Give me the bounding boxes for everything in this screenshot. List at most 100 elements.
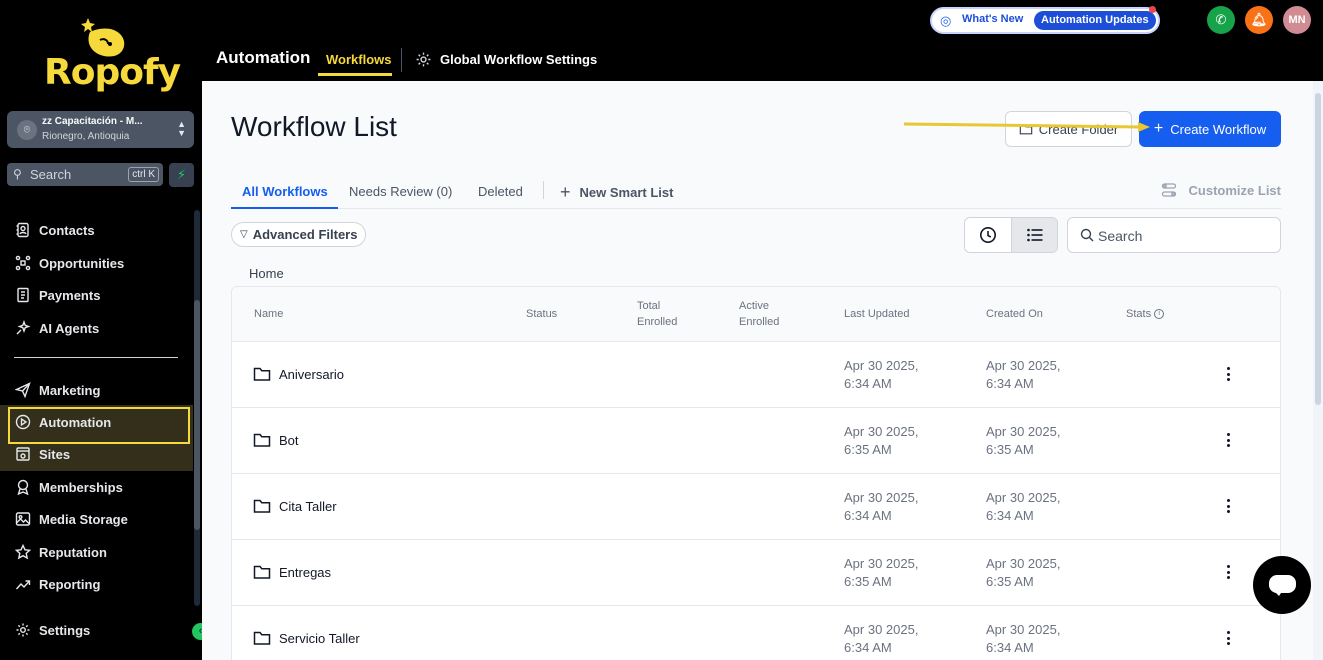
tab-workflows[interactable]: Workflows <box>326 52 392 67</box>
col-created-on[interactable]: Created On <box>986 306 1043 322</box>
sidebar-item-label: Payments <box>39 287 101 303</box>
row-last-updated: Apr 30 2025, 6:35 AM <box>844 556 919 589</box>
more-options-icon[interactable] <box>1220 430 1236 450</box>
automation-updates-pill[interactable]: Automation Updates <box>1034 11 1156 30</box>
recent-view-button[interactable] <box>965 218 1011 252</box>
col-total-enrolled[interactable]: Total Enrolled <box>637 298 697 330</box>
workflow-table: Name Status Total Enrolled Active Enrolled… <box>231 286 1281 660</box>
col-status[interactable]: Status <box>526 306 557 322</box>
advanced-filters-button[interactable]: ▽ Advanced Filters <box>231 222 367 247</box>
row-created-on: Apr 30 2025, 6:35 AM <box>986 556 1061 589</box>
sidebar-item-marketing[interactable]: Marketing <box>14 378 100 402</box>
media-storage-icon <box>14 510 32 528</box>
sidebar-item-label: Contacts <box>39 222 95 238</box>
notification-dot <box>1149 6 1156 13</box>
chat-widget-button[interactable] <box>1253 556 1311 614</box>
sidebar-item-automation[interactable]: Automation <box>14 410 111 434</box>
col-last-updated[interactable]: Last Updated <box>844 306 909 322</box>
sidebar-item-reputation[interactable]: Reputation <box>14 540 107 564</box>
page-title: Workflow List <box>231 111 397 142</box>
row-created-on: Apr 30 2025, 6:34 AM <box>986 490 1061 523</box>
notifications-button[interactable]: 🔔︎ <box>1245 6 1273 34</box>
table-row[interactable]: Entregas Apr 30 2025, 6:35 AM Apr 30 2025… <box>232 540 1280 606</box>
settings-icon <box>14 621 32 639</box>
row-last-updated: Apr 30 2025, 6:35 AM <box>844 424 919 457</box>
account-switcher[interactable]: ⌾ zz Capacitación - M... Rionegro, Antio… <box>7 111 194 148</box>
sidebar-item-sites[interactable]: Sites <box>14 442 70 466</box>
whats-new-label: What's New <box>962 13 1024 25</box>
sidebar-scrollbar[interactable] <box>194 210 200 606</box>
sidebar-item-settings[interactable]: Settings <box>14 618 90 642</box>
list-view-button[interactable] <box>1011 218 1057 252</box>
row-created-on: Apr 30 2025, 6:34 AM <box>986 358 1061 391</box>
customize-icon <box>1161 183 1176 197</box>
phone-button[interactable]: ✆ <box>1207 6 1235 34</box>
folder-icon <box>253 565 271 579</box>
row-created-on: Apr 30 2025, 6:35 AM <box>986 424 1061 457</box>
row-name[interactable]: Bot <box>279 433 299 448</box>
phone-icon: ✆ <box>1215 12 1227 27</box>
tab-needs-review[interactable]: Needs Review (0) <box>349 184 452 199</box>
sidebar-divider <box>14 357 178 358</box>
table-row[interactable]: Servicio Taller Apr 30 2025, 6:34 AM Apr … <box>232 606 1280 660</box>
table-row[interactable]: Aniversario Apr 30 2025, 6:34 AM Apr 30 2… <box>232 342 1280 408</box>
logo-text: Ropofy <box>44 52 181 93</box>
active-tab-underline <box>318 73 392 76</box>
table-header: Name Status Total Enrolled Active Enrolled… <box>232 287 1280 342</box>
col-stats[interactable]: Stats i <box>1126 306 1165 322</box>
row-name[interactable]: Entregas <box>279 565 331 580</box>
sidebar-search[interactable]: ⚲ Search ctrl K <box>7 163 163 186</box>
more-options-icon[interactable] <box>1220 562 1236 582</box>
col-active-enrolled[interactable]: Active Enrolled <box>739 298 799 330</box>
whats-new-banner[interactable]: ◎ What's New Automation Updates <box>930 6 1160 34</box>
row-name[interactable]: Aniversario <box>279 367 344 382</box>
user-avatar[interactable]: MN <box>1283 6 1311 34</box>
payments-icon <box>14 286 32 304</box>
row-name[interactable]: Servicio Taller <box>279 631 360 646</box>
workflow-search[interactable] <box>1067 217 1281 253</box>
clock-icon <box>980 227 996 243</box>
new-smart-list-button[interactable]: + New Smart List <box>560 182 673 203</box>
folder-icon <box>253 631 271 645</box>
sidebar-item-label: AI Agents <box>39 320 100 336</box>
tab-all-workflows[interactable]: All Workflows <box>242 184 328 199</box>
annotation-arrow <box>903 122 1150 132</box>
filter-icon: ▽ <box>240 229 248 240</box>
row-last-updated: Apr 30 2025, 6:34 AM <box>844 622 919 655</box>
tab-deleted[interactable]: Deleted <box>478 184 523 199</box>
sidebar-item-label: Reporting <box>39 576 101 592</box>
table-row[interactable]: Cita Taller Apr 30 2025, 6:34 AM Apr 30 2… <box>232 474 1280 540</box>
breadcrumb[interactable]: Home <box>249 266 284 281</box>
create-workflow-button[interactable]: + Create Workflow <box>1139 111 1281 147</box>
more-options-icon[interactable] <box>1220 364 1236 384</box>
tabs-divider <box>543 181 544 199</box>
col-name[interactable]: Name <box>254 306 283 322</box>
create-workflow-label: Create Workflow <box>1170 121 1267 137</box>
shortcut-hint: ctrl K <box>128 167 159 182</box>
workflow-tabs: All Workflows Needs Review (0) Deleted +… <box>231 177 1281 209</box>
main-scrollbar[interactable] <box>1313 81 1323 660</box>
sidebar-item-payments[interactable]: Payments <box>14 283 100 307</box>
sidebar-item-media-storage[interactable]: Media Storage <box>14 507 128 531</box>
customize-list-button[interactable]: Customize List <box>1161 182 1281 198</box>
row-name[interactable]: Cita Taller <box>279 499 337 514</box>
sidebar-item-ai-agents[interactable]: AI Agents <box>14 316 99 340</box>
sidebar: Ropofy ⌾ zz Capacitación - M... Rionegro… <box>0 0 202 660</box>
sidebar-item-contacts[interactable]: Contacts <box>14 218 95 242</box>
table-row[interactable]: Bot Apr 30 2025, 6:35 AM Apr 30 2025, 6:35… <box>232 408 1280 474</box>
active-tab-underline <box>231 207 338 209</box>
quick-action-button[interactable]: ⚡ <box>169 163 194 187</box>
more-options-icon[interactable] <box>1220 628 1236 648</box>
row-last-updated: Apr 30 2025, 6:34 AM <box>844 490 919 523</box>
app-title: Automation <box>216 48 311 67</box>
more-options-icon[interactable] <box>1220 496 1236 516</box>
list-icon <box>1026 228 1042 242</box>
tab-global-workflow-settings[interactable]: Global Workflow Settings <box>415 51 597 68</box>
sidebar-item-reporting[interactable]: Reporting <box>14 572 100 596</box>
sidebar-item-memberships[interactable]: Memberships <box>14 475 123 499</box>
chat-bubble-icon <box>1269 575 1296 596</box>
sidebar-item-opportunities[interactable]: Opportunities <box>14 251 124 275</box>
advanced-filters-label: Advanced Filters <box>252 227 358 242</box>
search-input[interactable] <box>1098 226 1268 246</box>
col-stats-label: Stats <box>1126 308 1152 320</box>
